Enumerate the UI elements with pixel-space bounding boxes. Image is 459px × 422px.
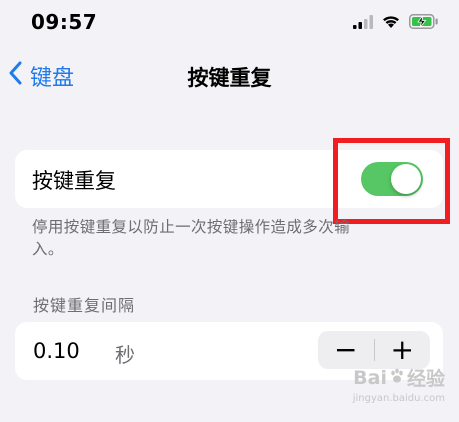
cellular-signal-icon bbox=[353, 14, 373, 33]
page-title: 按键重复 bbox=[187, 66, 272, 90]
increment-button[interactable]: + bbox=[375, 331, 431, 369]
repeat-interval-value: 0.10 bbox=[33, 339, 80, 363]
key-repeat-toggle[interactable] bbox=[361, 162, 423, 196]
status-icons bbox=[353, 14, 439, 33]
status-bar: 09:57 bbox=[0, 0, 459, 48]
repeat-interval-header: 按键重复间隔 bbox=[33, 296, 136, 315]
key-repeat-row: 按键重复 bbox=[15, 150, 443, 208]
toggle-knob bbox=[391, 164, 421, 194]
watermark-url: jingyan.baidu.com bbox=[352, 393, 445, 404]
repeat-interval-unit: 秒 bbox=[115, 343, 135, 367]
status-time: 09:57 bbox=[31, 10, 98, 34]
repeat-interval-row: 0.10 秒 − + bbox=[15, 322, 443, 380]
key-repeat-label: 按键重复 bbox=[32, 169, 116, 193]
key-repeat-footer-note: 停用按键重复以防止一次按键操作造成多次输入。 bbox=[32, 218, 351, 258]
navigation-bar: 键盘 按键重复 bbox=[0, 48, 459, 108]
battery-charging-icon bbox=[409, 14, 439, 33]
wifi-icon bbox=[381, 14, 401, 33]
repeat-interval-stepper: − + bbox=[318, 331, 430, 369]
decrement-button[interactable]: − bbox=[318, 331, 374, 369]
